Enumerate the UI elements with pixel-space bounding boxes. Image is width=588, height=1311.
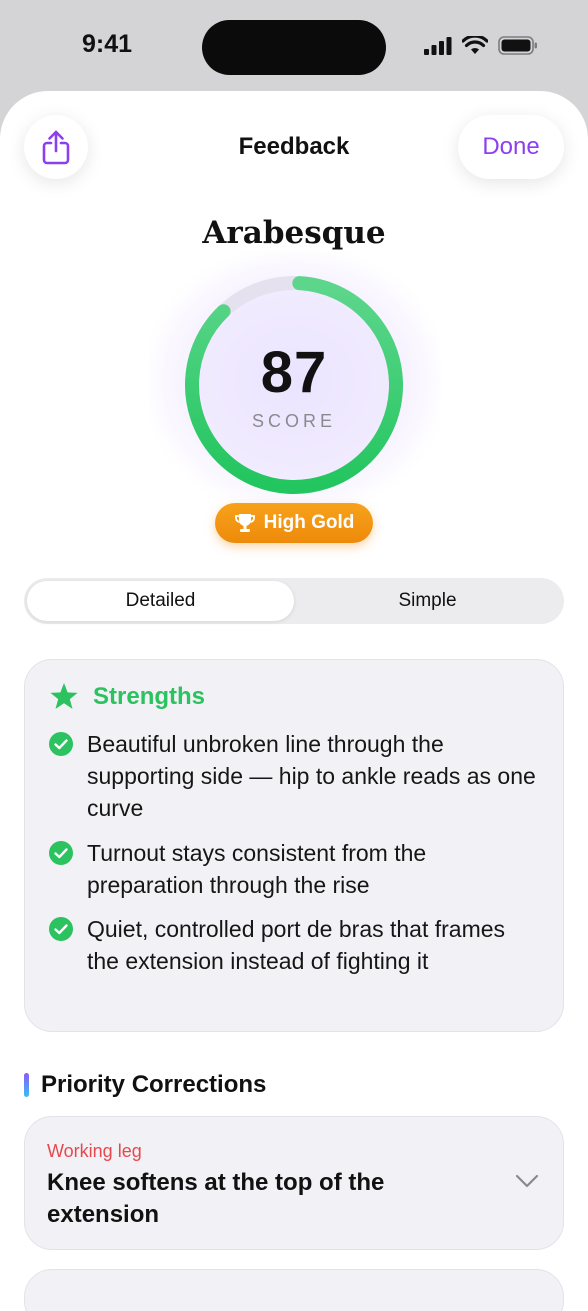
award-badge: High Gold [215, 503, 373, 543]
tab-simple[interactable]: Simple [294, 581, 561, 621]
strengths-header: Strengths [49, 682, 205, 711]
done-button[interactable]: Done [458, 115, 564, 179]
dynamic-island [202, 20, 386, 75]
strength-item: Beautiful unbroken line through the supp… [49, 728, 539, 824]
correction-title: Knee softens at the top of the extension [47, 1169, 385, 1228]
strength-item: Quiet, controlled port de bras that fram… [49, 913, 539, 977]
view-mode-segmented-control[interactable]: Detailed Simple [24, 578, 564, 624]
checkmark-circle-icon [49, 732, 73, 756]
strength-text: Beautiful unbroken line through the supp… [87, 731, 536, 821]
next-correction-card[interactable] [24, 1269, 564, 1311]
strengths-card: Strengths Beautiful unbroken line throug… [24, 659, 564, 1032]
wifi-icon [462, 36, 488, 54]
badge-label: High Gold [263, 512, 355, 533]
strength-text: Turnout stays consistent from the prepar… [87, 840, 427, 898]
strengths-title: Strengths [93, 682, 206, 710]
chevron-down-icon[interactable] [515, 1173, 539, 1189]
score-value: 87 [260, 340, 328, 405]
pose-title: Arabesque [202, 215, 386, 251]
feedback-sheet: Feedback Done Arabesque 87 SCORE High Go… [0, 91, 588, 1311]
section-accent-bar [24, 1073, 29, 1097]
status-icons [424, 36, 538, 55]
checkmark-circle-icon [49, 841, 73, 865]
score-label: SCORE [251, 411, 336, 431]
status-time: 9:41 [82, 30, 133, 58]
tab-detailed[interactable]: Detailed [27, 581, 294, 621]
star-icon [50, 683, 78, 709]
trophy-icon [234, 514, 255, 532]
signal-icon [424, 36, 452, 55]
battery-icon [498, 36, 537, 55]
corrections-header: Priority Corrections [24, 1071, 266, 1099]
corrections-title: Priority Corrections [41, 1071, 267, 1098]
strength-text: Quiet, controlled port de bras that fram… [87, 916, 506, 974]
correction-card[interactable]: Working leg Knee softens at the top of t… [24, 1116, 564, 1250]
strength-item: Turnout stays consistent from the prepar… [49, 837, 539, 901]
checkmark-circle-icon [49, 917, 73, 941]
correction-tag: Working leg [47, 1141, 142, 1161]
